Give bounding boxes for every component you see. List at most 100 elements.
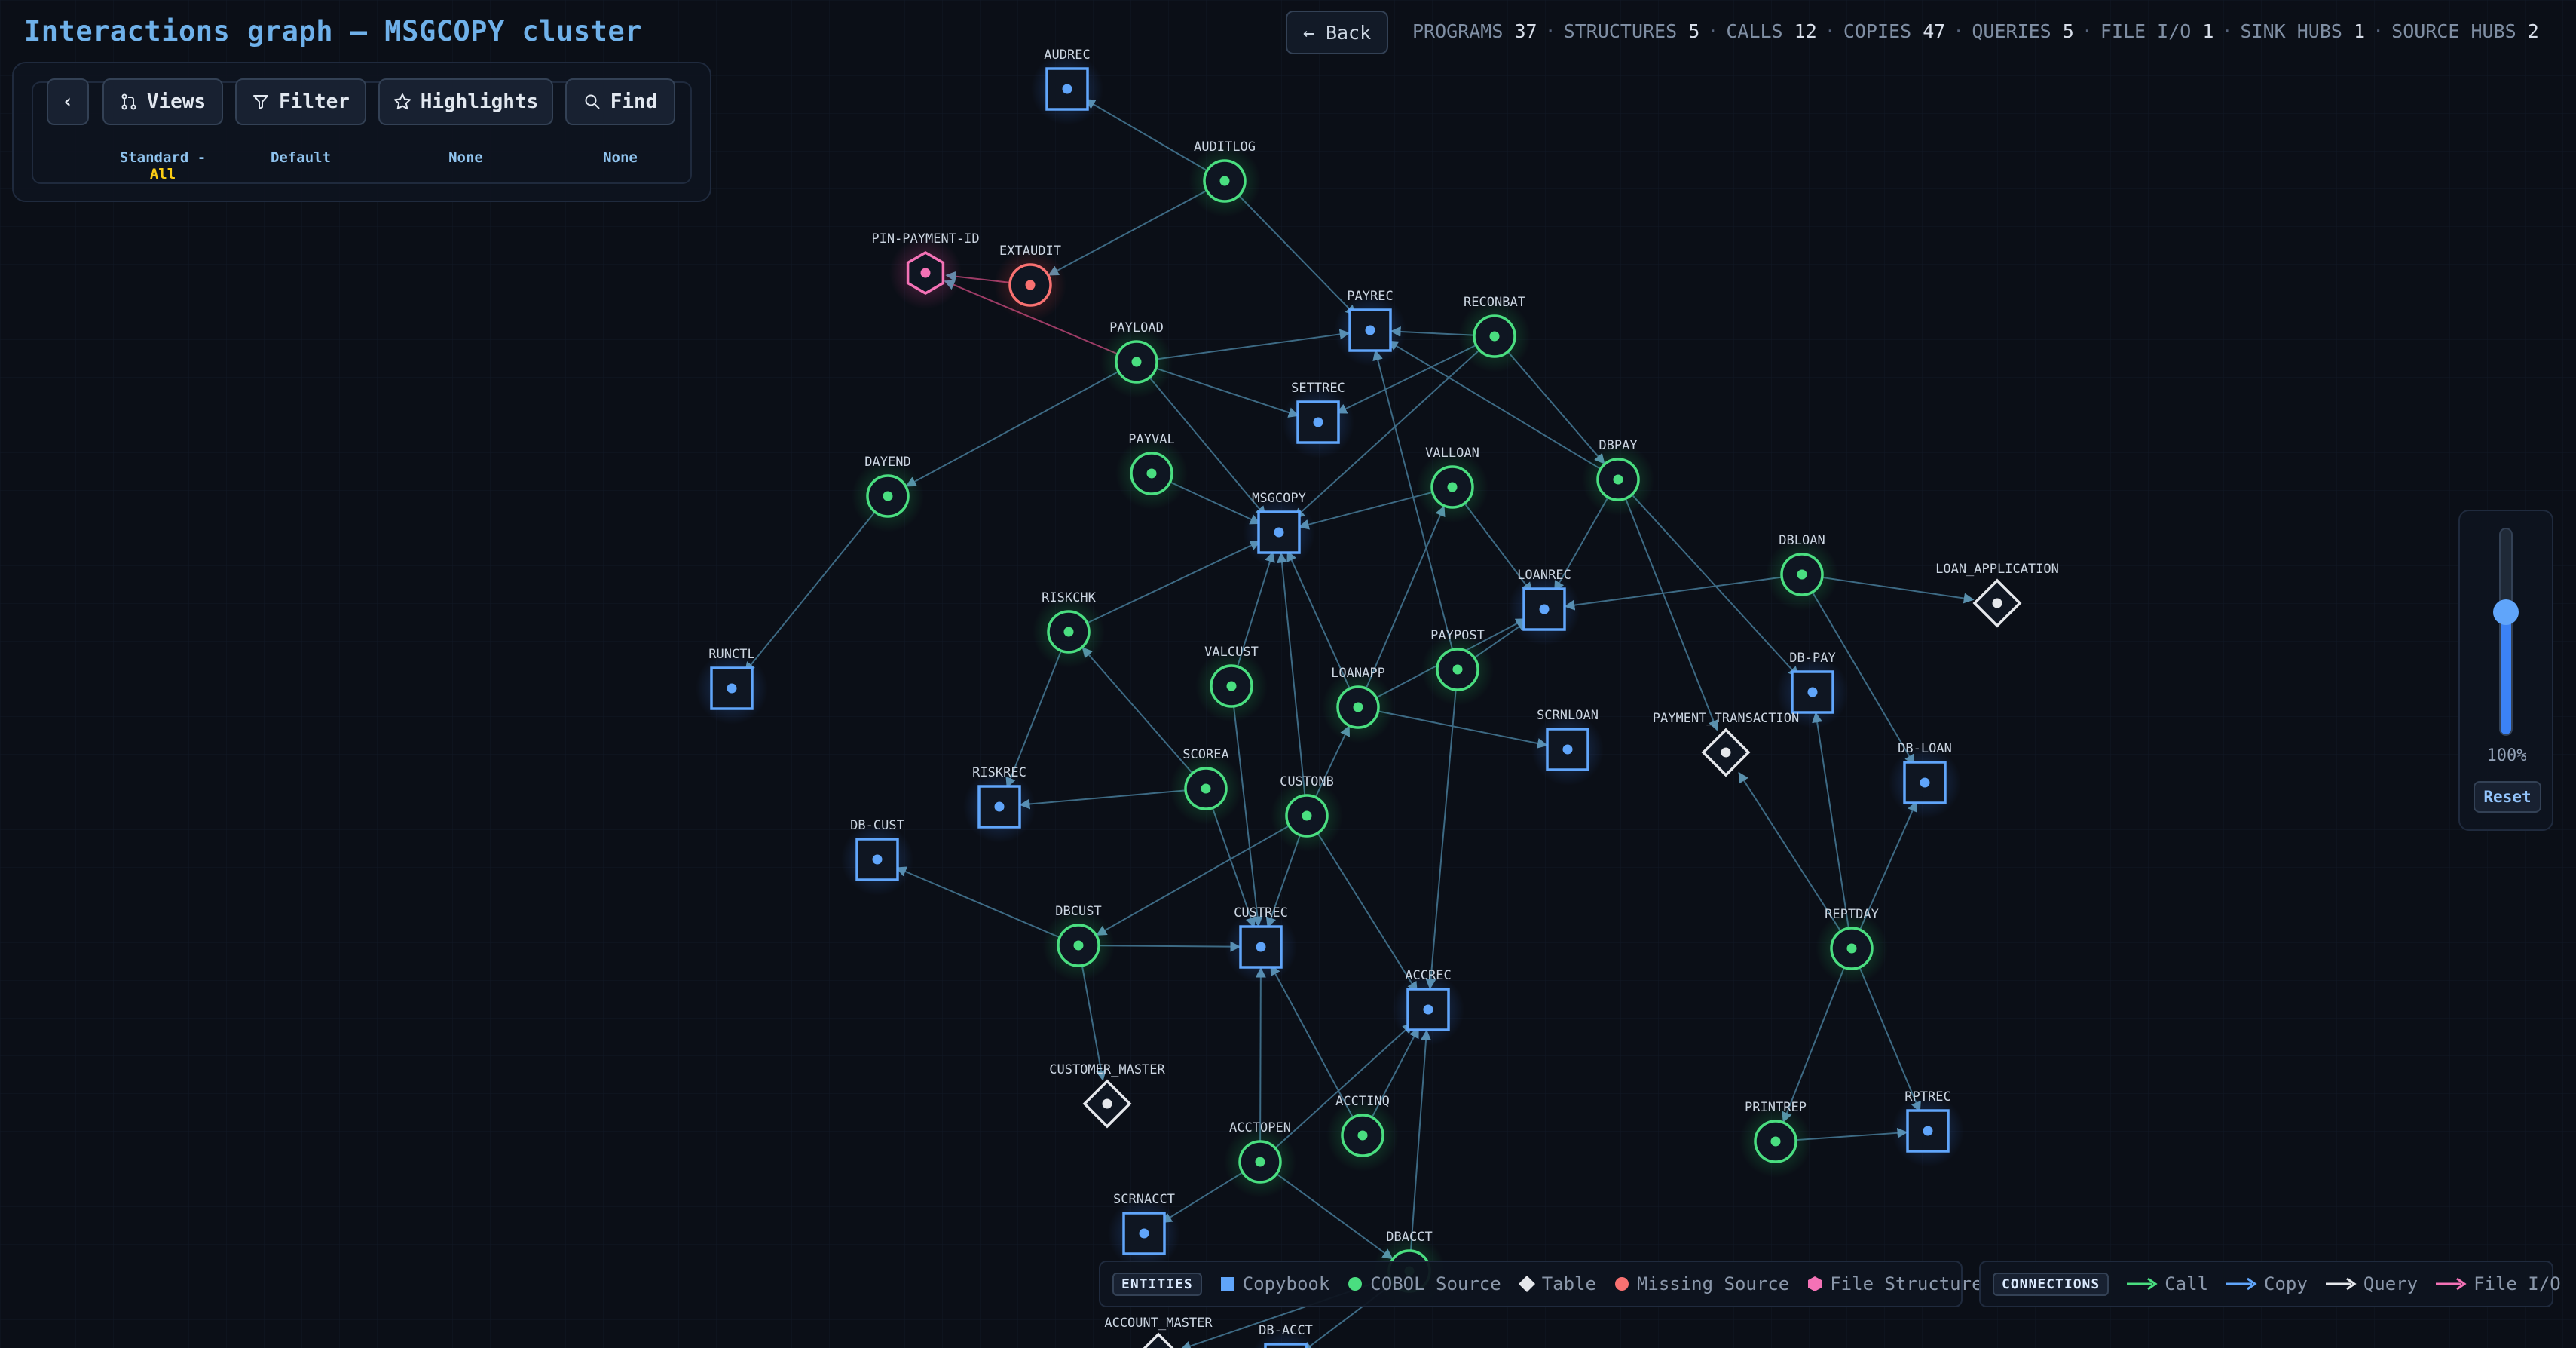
- node-reptday[interactable]: REPTDAY: [1816, 907, 1888, 985]
- node-label: LOAN_APPLICATION: [1935, 562, 2059, 577]
- node-center-dot: [1357, 1130, 1368, 1141]
- stat-item: SOURCE HUBS 2: [2391, 20, 2539, 42]
- node-printrep[interactable]: PRINTREP: [1739, 1100, 1812, 1178]
- highlights-status: None: [448, 149, 483, 166]
- stat-value: 5: [2062, 20, 2074, 42]
- node-center-dot: [1423, 1004, 1433, 1015]
- node-label: DAYEND: [864, 455, 910, 470]
- arrow-icon: [2127, 1277, 2158, 1291]
- legend-cobol-source: COBOL Source: [1346, 1273, 1501, 1294]
- node-label: PAYVAL: [1128, 432, 1174, 447]
- node-center-dot: [1313, 417, 1323, 427]
- node-label: SCOREA: [1182, 747, 1228, 762]
- node-custonb[interactable]: CUSTONB: [1271, 774, 1343, 852]
- node-center-dot: [1025, 280, 1036, 290]
- node-custrec[interactable]: CUSTREC: [1225, 905, 1297, 983]
- page-title: Interactions graph — MSGCOPY cluster: [24, 15, 642, 47]
- node-valloan[interactable]: VALLOAN: [1416, 446, 1488, 523]
- legend-table: Table: [1518, 1273, 1596, 1294]
- node-auditlog[interactable]: AUDITLOG: [1189, 139, 1261, 217]
- node-label: ACCTOPEN: [1229, 1120, 1291, 1135]
- node-extaudit[interactable]: EXTAUDIT: [994, 244, 1066, 321]
- filter-button[interactable]: Filter: [235, 78, 366, 125]
- stat-item: CALLS 12: [1726, 20, 1816, 42]
- zoom-level-label: 100%: [2486, 746, 2527, 765]
- node-center-dot: [1063, 627, 1074, 637]
- node-label: ACCTINQ: [1335, 1094, 1390, 1109]
- stat-label: CALLS: [1726, 20, 1794, 42]
- collapse-toolbar-button[interactable]: ‹: [47, 78, 89, 125]
- stat-value: 1: [2354, 20, 2366, 42]
- filter-label: Filter: [279, 90, 350, 113]
- node-center-dot: [1201, 783, 1211, 794]
- node-center-dot: [1797, 569, 1807, 580]
- stats-separator: ·: [1824, 20, 1836, 42]
- views-button[interactable]: Views: [102, 78, 223, 125]
- diamond-icon: [1518, 1276, 1535, 1292]
- stat-value: 12: [1794, 20, 1817, 42]
- node-settrec[interactable]: SETTREC: [1282, 381, 1354, 458]
- edge-acctopen-custrec[interactable]: [1255, 967, 1266, 1141]
- node-center-dot: [1920, 777, 1930, 788]
- circle-icon: [1614, 1277, 1629, 1291]
- node-label: SCRNACCT: [1113, 1192, 1175, 1207]
- square-icon: [1220, 1277, 1234, 1291]
- stat-label: PROGRAMS: [1412, 20, 1515, 42]
- node-label: DBCUST: [1055, 904, 1101, 919]
- legend-label: Table: [1541, 1273, 1596, 1294]
- node-msgcopy[interactable]: MSGCOPY: [1243, 491, 1315, 568]
- connections-legend: CONNECTIONS Call Copy Query File I/O: [1979, 1261, 2561, 1307]
- node-scrnacct[interactable]: SCRNACCT: [1108, 1192, 1180, 1270]
- node-riskchk[interactable]: RISKCHK: [1033, 590, 1105, 668]
- legend-copy: Copy: [2225, 1273, 2308, 1294]
- stat-label: SOURCE HUBS: [2391, 20, 2528, 42]
- zoom-reset-button[interactable]: Reset: [2474, 781, 2541, 813]
- node-payload[interactable]: PAYLOAD: [1100, 320, 1173, 398]
- node-center-dot: [1256, 942, 1266, 952]
- node-paypost[interactable]: PAYPOST: [1421, 628, 1494, 706]
- node-riskrec[interactable]: RISKREC: [963, 765, 1036, 843]
- views-status-prefix: Standard -: [119, 149, 207, 166]
- legend-missing-source: Missing Source: [1613, 1273, 1789, 1294]
- connections-legend-title: CONNECTIONS: [1993, 1272, 2109, 1296]
- node-center-dot: [1807, 687, 1818, 697]
- node-label: ACCOUNT_MASTER: [1104, 1316, 1213, 1331]
- node-db-loan[interactable]: DB-LOAN: [1889, 741, 1961, 819]
- node-label: MSGCOPY: [1252, 491, 1306, 506]
- views-icon: [121, 93, 136, 110]
- graph-canvas[interactable]: AUDREC AUDITLOG PIN-PAYMENT-ID EXTAUDIT PAYL…: [0, 0, 2576, 1348]
- node-shape: [1264, 1343, 1308, 1348]
- search-icon: [585, 94, 600, 109]
- views-label: Views: [146, 90, 207, 113]
- node-center-dot: [1562, 744, 1573, 755]
- zoom-slider-track[interactable]: [2499, 528, 2513, 736]
- node-label: VALLOAN: [1425, 446, 1479, 461]
- interaction-graph[interactable]: AUDREC AUDITLOG PIN-PAYMENT-ID EXTAUDIT PAYL…: [0, 0, 2576, 1348]
- highlights-button[interactable]: Highlights: [378, 78, 553, 125]
- node-acctopen[interactable]: ACCTOPEN: [1224, 1120, 1296, 1198]
- node-scrnloan[interactable]: SCRNLOAN: [1531, 708, 1604, 786]
- node-valcust[interactable]: VALCUST: [1195, 645, 1268, 722]
- node-loanapp[interactable]: LOANAPP: [1322, 666, 1394, 743]
- node-label: DB-LOAN: [1898, 741, 1952, 756]
- find-button[interactable]: Find: [565, 78, 675, 125]
- node-acctinq[interactable]: ACCTINQ: [1326, 1094, 1399, 1172]
- zoom-slider-handle[interactable]: [2493, 599, 2519, 626]
- node-center-dot: [994, 801, 1005, 812]
- stat-label: FILE I/O: [2100, 20, 2203, 42]
- stat-item: STRUCTURES 5: [1564, 20, 1700, 42]
- stat-item: QUERIES 5: [1972, 20, 2073, 42]
- node-reconbat[interactable]: RECONBAT: [1458, 295, 1531, 372]
- node-label: DBACCT: [1386, 1230, 1432, 1245]
- node-label: DBLOAN: [1779, 533, 1825, 548]
- node-center-dot: [1992, 598, 2002, 608]
- node-loanrec[interactable]: LOANREC: [1508, 568, 1580, 645]
- back-button[interactable]: ← Back: [1286, 11, 1388, 54]
- node-center-dot: [872, 854, 883, 865]
- circle-icon: [1348, 1277, 1363, 1291]
- node-db-cust[interactable]: DB-CUST: [841, 818, 913, 896]
- node-center-dot: [1062, 84, 1072, 94]
- stats-separator: ·: [1953, 20, 1965, 42]
- node-label: RUNCTL: [708, 647, 754, 662]
- node-db-acct[interactable]: DB-ACCT: [1250, 1323, 1322, 1348]
